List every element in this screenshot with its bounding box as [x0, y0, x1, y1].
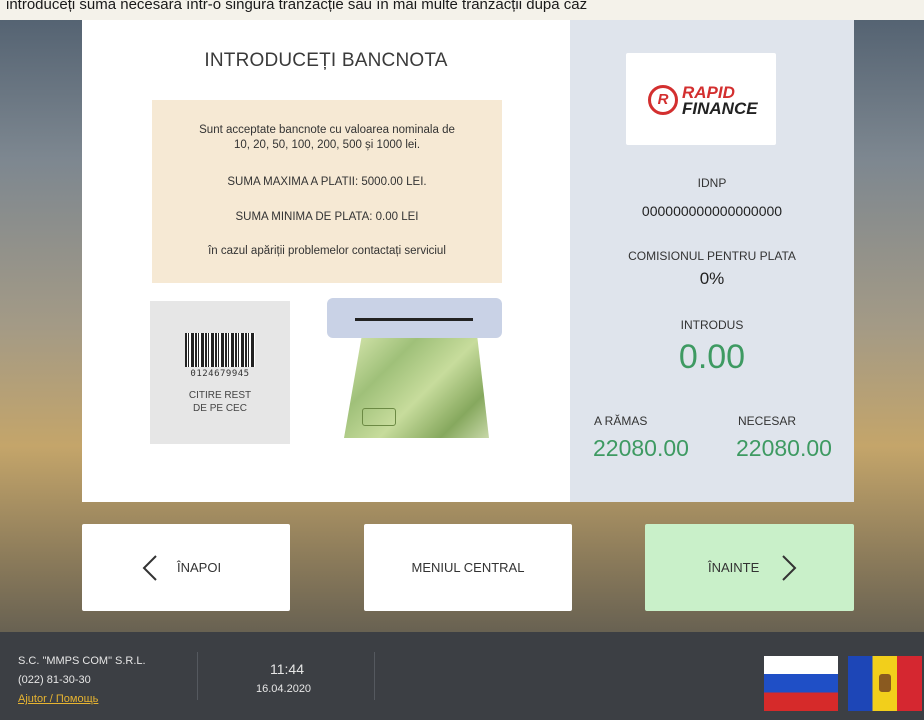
main-menu-button[interactable]: MENIUL CENTRAL — [364, 524, 572, 611]
chevron-left-icon — [142, 555, 157, 581]
banknote-instructions-panel: INTRODUCEȚI BANCNOTA Sunt acceptate banc… — [82, 20, 570, 502]
top-banner-strip: introduceți suma necesară într-o singură… — [0, 0, 924, 20]
clock-date: 16.04.2020 — [256, 683, 312, 695]
info-line-denominations-1: Sunt acceptate bancnote cu valoarea nomi… — [199, 124, 455, 136]
remaining-label: A RĂMAS — [594, 414, 648, 428]
footer-divider — [374, 652, 375, 700]
read-change-label-line-1: CITIRE REST — [188, 390, 252, 401]
footer-divider — [197, 652, 198, 700]
clock-time: 11:44 — [270, 661, 304, 677]
barcode-number: 0124679945 — [190, 369, 250, 379]
language-romanian-flag-icon[interactable] — [848, 656, 922, 711]
main-menu-button-label: MENIUL CENTRAL — [411, 560, 525, 575]
read-change-receipt-button[interactable]: 0124679945 CITIRE REST DE PE CEC — [150, 301, 290, 444]
back-button[interactable]: ÎNAPOI — [82, 524, 290, 611]
read-change-label: CITIRE REST DE PE CEC — [150, 389, 290, 415]
inserted-amount: 0.00 — [678, 338, 746, 376]
moldova-coat-of-arms-icon — [879, 674, 891, 692]
banknote-illustration — [344, 338, 489, 438]
remaining-amount: 22080.00 — [593, 435, 689, 461]
info-line-denominations-2: 10, 20, 50, 100, 200, 500 și 1000 lei. — [233, 139, 421, 151]
required-amount: 22080.00 — [736, 435, 832, 461]
required-label: NECESAR — [738, 414, 797, 428]
support-phone: (022) 81-30-30 — [18, 674, 91, 686]
language-russian-flag-icon[interactable] — [764, 656, 838, 711]
commission-value: 0% — [699, 269, 725, 288]
read-change-label-line-2: DE PE CEC — [193, 403, 247, 414]
rapid-finance-logo: R RAPID FINANCE — [626, 53, 776, 145]
info-line-max-payment: SUMA MAXIMA A PLATII: 5000.00 LEI. — [227, 176, 427, 188]
logo-text-finance: FINANCE — [682, 99, 758, 118]
page-title: INTRODUCEȚI BANCNOTA — [204, 50, 448, 71]
help-link[interactable]: Ajutor / Помощь — [18, 693, 98, 705]
info-line-min-payment: SUMA MINIMA DE PLATA: 0.00 LEI — [235, 211, 419, 223]
next-button-label: ÎNAINTE — [708, 560, 760, 575]
bill-acceptor-slot-icon — [327, 298, 502, 338]
banknote-mark — [362, 408, 396, 426]
back-button-label: ÎNAPOI — [177, 560, 222, 575]
idnp-value: 000000000000000000 — [641, 203, 783, 219]
slot-opening — [355, 318, 473, 321]
commission-label: COMISIONUL PENTRU PLATA — [628, 249, 796, 263]
info-line-contact-service: în cazul apăriții problemelor contactați… — [208, 245, 446, 257]
rapid-finance-logo-icon: R — [648, 85, 678, 115]
accepted-banknotes-info: Sunt acceptate bancnote cu valoarea nomi… — [152, 100, 502, 283]
company-name: S.C. "MMPS COM" S.R.L. — [18, 655, 146, 667]
top-banner-text: introduceți suma necesară într-o singură… — [6, 0, 588, 13]
footer-bar: S.C. "MMPS COM" S.R.L. (022) 81-30-30 Aj… — [0, 632, 924, 720]
next-button[interactable]: ÎNAINTE — [645, 524, 854, 611]
barcode-icon — [185, 333, 255, 367]
chevron-right-icon — [782, 555, 797, 581]
inserted-label: INTRODUS — [680, 318, 744, 332]
payment-summary-panel: R RAPID FINANCE IDNP 000000000000000000 … — [570, 20, 854, 502]
idnp-label: IDNP — [697, 176, 727, 190]
